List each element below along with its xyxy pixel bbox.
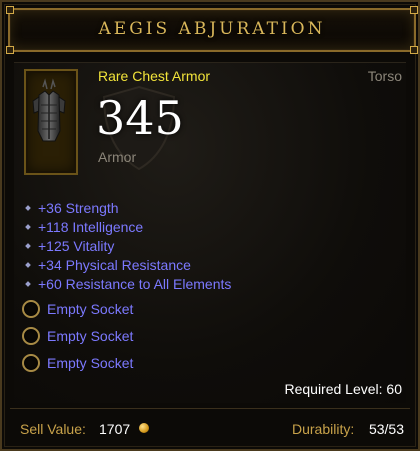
diamond-bullet-icon — [25, 242, 31, 249]
affix-text: +36 Strength — [38, 199, 119, 216]
item-slot: Torso — [367, 68, 402, 84]
sell-value-label: Sell Value: — [20, 421, 86, 437]
affix-row: +125 Vitality — [20, 236, 231, 255]
title-bar: AEGIS ABJURATION — [6, 6, 418, 54]
corner-ornament — [410, 46, 418, 54]
socket-label: Empty Socket — [47, 327, 134, 344]
affix-row: +36 Strength — [20, 198, 231, 217]
corner-ornament — [6, 6, 14, 14]
socket-label: Empty Socket — [47, 300, 134, 317]
affix-text: +60 Resistance to All Elements — [38, 275, 232, 292]
item-type: Rare Chest Armor — [98, 68, 211, 84]
socket-row: Empty Socket — [22, 322, 133, 349]
empty-socket-icon — [22, 353, 40, 372]
affix-row: +34 Physical Resistance — [20, 255, 231, 274]
affix-text: +118 Intelligence — [38, 218, 144, 235]
diamond-bullet-icon — [25, 204, 31, 211]
durability-label: Durability: — [292, 421, 355, 437]
empty-socket-icon — [22, 299, 40, 318]
affix-row: +60 Resistance to All Elements — [20, 274, 231, 293]
durability-value: 53/53 — [368, 421, 404, 437]
socket-list: Empty Socket Empty Socket Empty Socket — [22, 295, 133, 376]
item-tooltip: AEGIS ABJURATION Rare Chest Armor Torso … — [0, 0, 420, 451]
empty-socket-icon — [22, 326, 40, 345]
required-level: Required Level: 60 — [284, 381, 402, 397]
socket-label: Empty Socket — [47, 354, 134, 371]
affix-row: +118 Intelligence — [20, 217, 231, 236]
item-details: Rare Chest Armor Torso 345 Armor +36 Str… — [14, 62, 406, 403]
corner-ornament — [410, 6, 418, 14]
corner-ornament — [6, 46, 14, 54]
tooltip-footer: Sell Value: 1707 Durability: 53/53 — [10, 408, 410, 443]
sell-value: 1707 — [99, 421, 131, 437]
item-icon-frame — [24, 69, 78, 175]
chest-armor-icon — [32, 78, 66, 142]
armor-value: 345 — [96, 91, 184, 145]
socket-row: Empty Socket — [22, 295, 133, 322]
affix-list: +36 Strength +118 Intelligence +125 Vita… — [20, 198, 231, 293]
diamond-bullet-icon — [25, 223, 31, 230]
affix-text: +125 Vitality — [38, 237, 115, 254]
armor-label: Armor — [98, 149, 137, 165]
socket-row: Empty Socket — [22, 349, 133, 376]
diamond-bullet-icon — [25, 261, 31, 268]
diamond-bullet-icon — [25, 280, 31, 287]
item-name: AEGIS ABJURATION — [98, 19, 326, 39]
gold-coin-icon — [139, 423, 149, 433]
affix-text: +34 Physical Resistance — [38, 256, 191, 273]
